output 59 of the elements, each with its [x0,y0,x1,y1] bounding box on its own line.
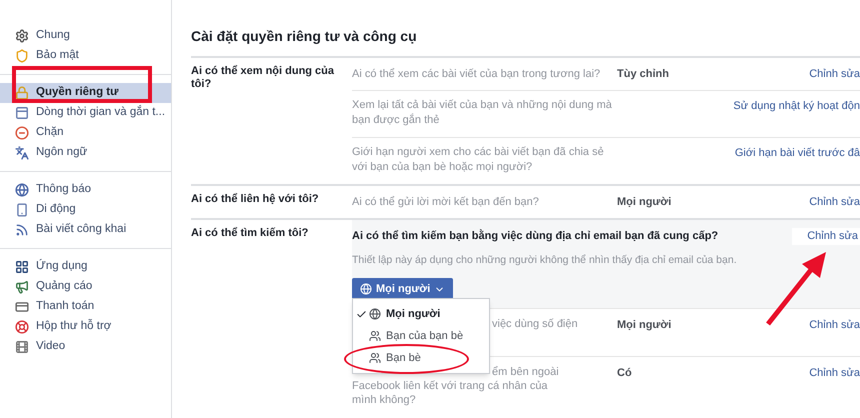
sidebar-item[interactable]: Hộp thư hỗ trợ [0,317,171,337]
setting-question: Ai có thể xem các bài viết của bạn trong tương lai? [352,67,602,82]
page-title: Cài đặt quyền riêng tư và công cụ [191,27,418,46]
section-label: Ai có thể liên hệ với tôi? [191,193,320,206]
audience-dropdown[interactable]: Mọi người [352,278,454,300]
rss-icon [15,223,29,237]
lock-icon [15,86,29,100]
gears-icon [15,29,29,43]
sidebar-item[interactable]: Bảo mật [0,46,171,66]
grid-icon [15,260,29,274]
setting-question: Ai có thể gửi lời mời kết bạn đến bạn? [352,195,540,210]
section-label: Ai có thể xem nội dung của tôi? [191,65,336,91]
sidebar-item[interactable]: Bài viết công khai [0,220,171,240]
menu-item[interactable]: Bạn bè [353,347,489,369]
sidebar-item[interactable]: Video [0,337,171,357]
action-link[interactable]: Sử dụng nhật ký hoạt độn [733,98,860,114]
globe-icon [369,308,381,320]
sidebar-item[interactable]: Chặn [0,123,171,143]
block-icon [15,126,29,140]
action-link[interactable]: Giới hạn bài viết trước đâ [734,145,860,162]
setting-question: Xem lại tất cả bài viết của bạn và những nội dung mà bạn được gắn thẻ [352,98,613,128]
sidebar-item[interactable]: Chung [0,26,171,46]
setting-question: việc dùng số điện [491,317,579,331]
setting-value: Mọi người [617,195,672,210]
action-link[interactable]: Chỉnh sửa [809,365,860,382]
globe-icon [360,283,372,296]
people-icon [369,330,381,342]
setting-value: Tùy chỉnh [617,67,670,82]
setting-question: Giới hạn người xem cho các bài viết bạn đã chia sẻ với bạn của bạn bè hoặc mọi người? [352,145,605,175]
section-label: Ai có thể tìm kiếm tôi? [191,227,310,240]
globe-icon [15,183,29,197]
setting-note: Thiết lập này áp dụng cho những người không thể nhìn thấy địa chỉ email của bạn. [352,252,738,268]
sidebar-item[interactable]: Ngôn ngữ [0,143,171,163]
phone-icon [15,203,29,217]
sidebar-item[interactable]: Di động [0,200,171,220]
setting-value: Có [617,366,633,381]
menu-item[interactable]: Mọi người [353,303,489,325]
card-icon [15,300,29,314]
sidebar-item[interactable]: Thông báo [0,180,171,200]
sidebar-item[interactable]: Ứng dụng [0,257,171,277]
setting-question: Ai có thể tìm kiếm bạn bằng việc dùng địa chỉ email bạn đã cung cấp? [352,228,720,244]
sidebar-item[interactable]: Quảng cáo [0,277,171,297]
megaphone-icon [15,280,29,294]
setting-question: Facebook liên kết với trang cá nhân của mình không? [352,379,549,407]
setting-value: Mọi người [617,318,672,333]
shield-icon [15,49,29,63]
action-link[interactable]: Chỉnh sửa [809,317,860,334]
window-icon [15,106,29,120]
sidebar-item[interactable]: Dòng thời gian và gắn t... [0,103,171,123]
lifebuoy-icon [15,320,29,334]
people-icon [369,352,381,364]
sidebar-item[interactable]: Thanh toán [0,297,171,317]
check-icon [356,308,366,320]
setting-question: ểm bên ngoài [491,365,560,379]
action-link[interactable]: Chỉnh sửa [809,66,860,82]
action-link[interactable]: Chỉnh sửa [809,194,860,210]
language-icon [15,146,29,160]
film-icon [15,340,29,354]
menu-item[interactable]: Bạn của bạn bè [353,325,489,347]
